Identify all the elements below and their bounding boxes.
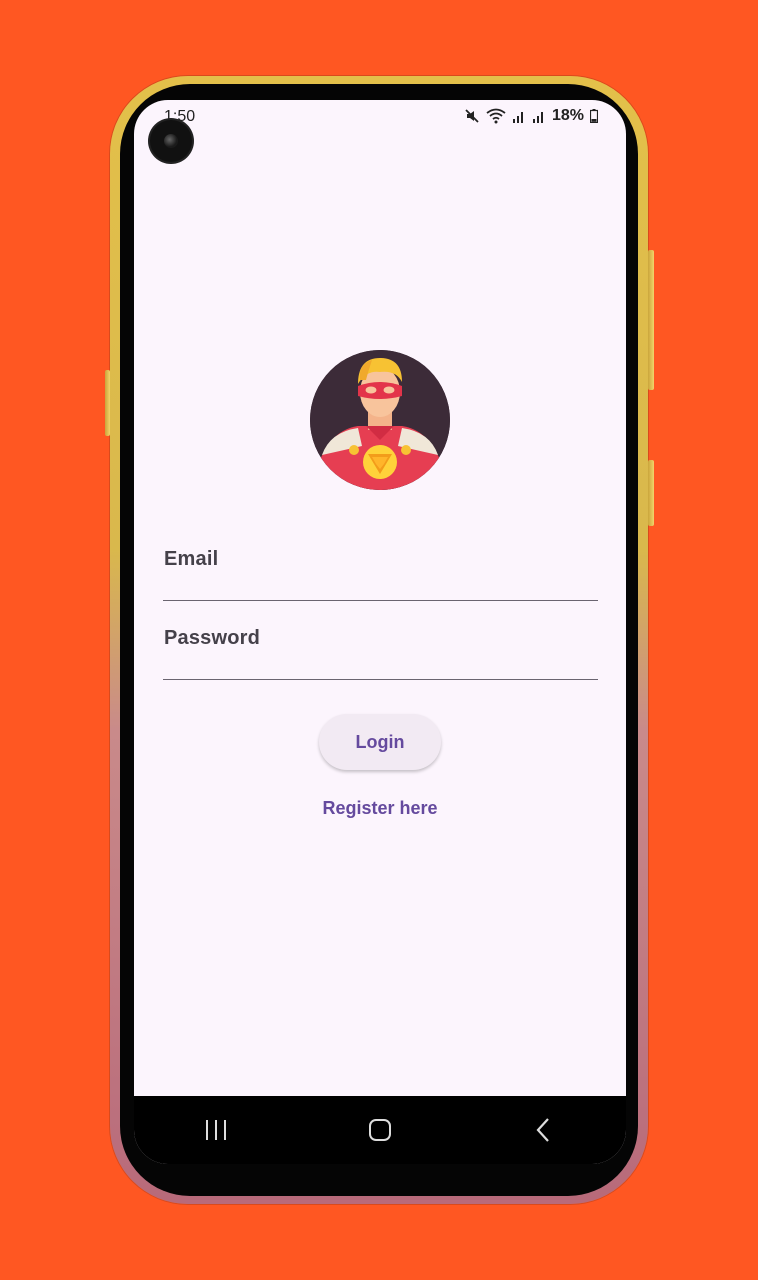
status-icons: 18% xyxy=(464,107,598,125)
signal-icon xyxy=(532,109,546,123)
back-icon[interactable] xyxy=(514,1110,574,1150)
register-link[interactable]: Register here xyxy=(134,798,626,819)
password-field[interactable]: Password xyxy=(163,615,598,680)
battery-icon xyxy=(590,109,598,123)
superhero-avatar-icon xyxy=(310,350,450,490)
email-field[interactable]: Email xyxy=(163,536,598,601)
login-button[interactable]: Login xyxy=(319,714,441,770)
wifi-icon xyxy=(486,108,506,124)
volume-button xyxy=(105,370,110,436)
signal-icon xyxy=(512,109,526,123)
recent-apps-icon[interactable] xyxy=(186,1110,246,1150)
front-camera xyxy=(150,120,192,162)
navigation-bar xyxy=(134,1096,626,1164)
password-label: Password xyxy=(164,627,261,649)
power-button xyxy=(648,250,654,390)
email-label: Email xyxy=(164,548,219,570)
home-icon[interactable] xyxy=(350,1110,410,1150)
battery-text: 18% xyxy=(551,107,584,124)
bixby-button xyxy=(648,460,654,526)
mute-icon xyxy=(464,108,480,124)
app-screen: 1:50 18% Email Password Login Register h… xyxy=(134,100,626,1164)
